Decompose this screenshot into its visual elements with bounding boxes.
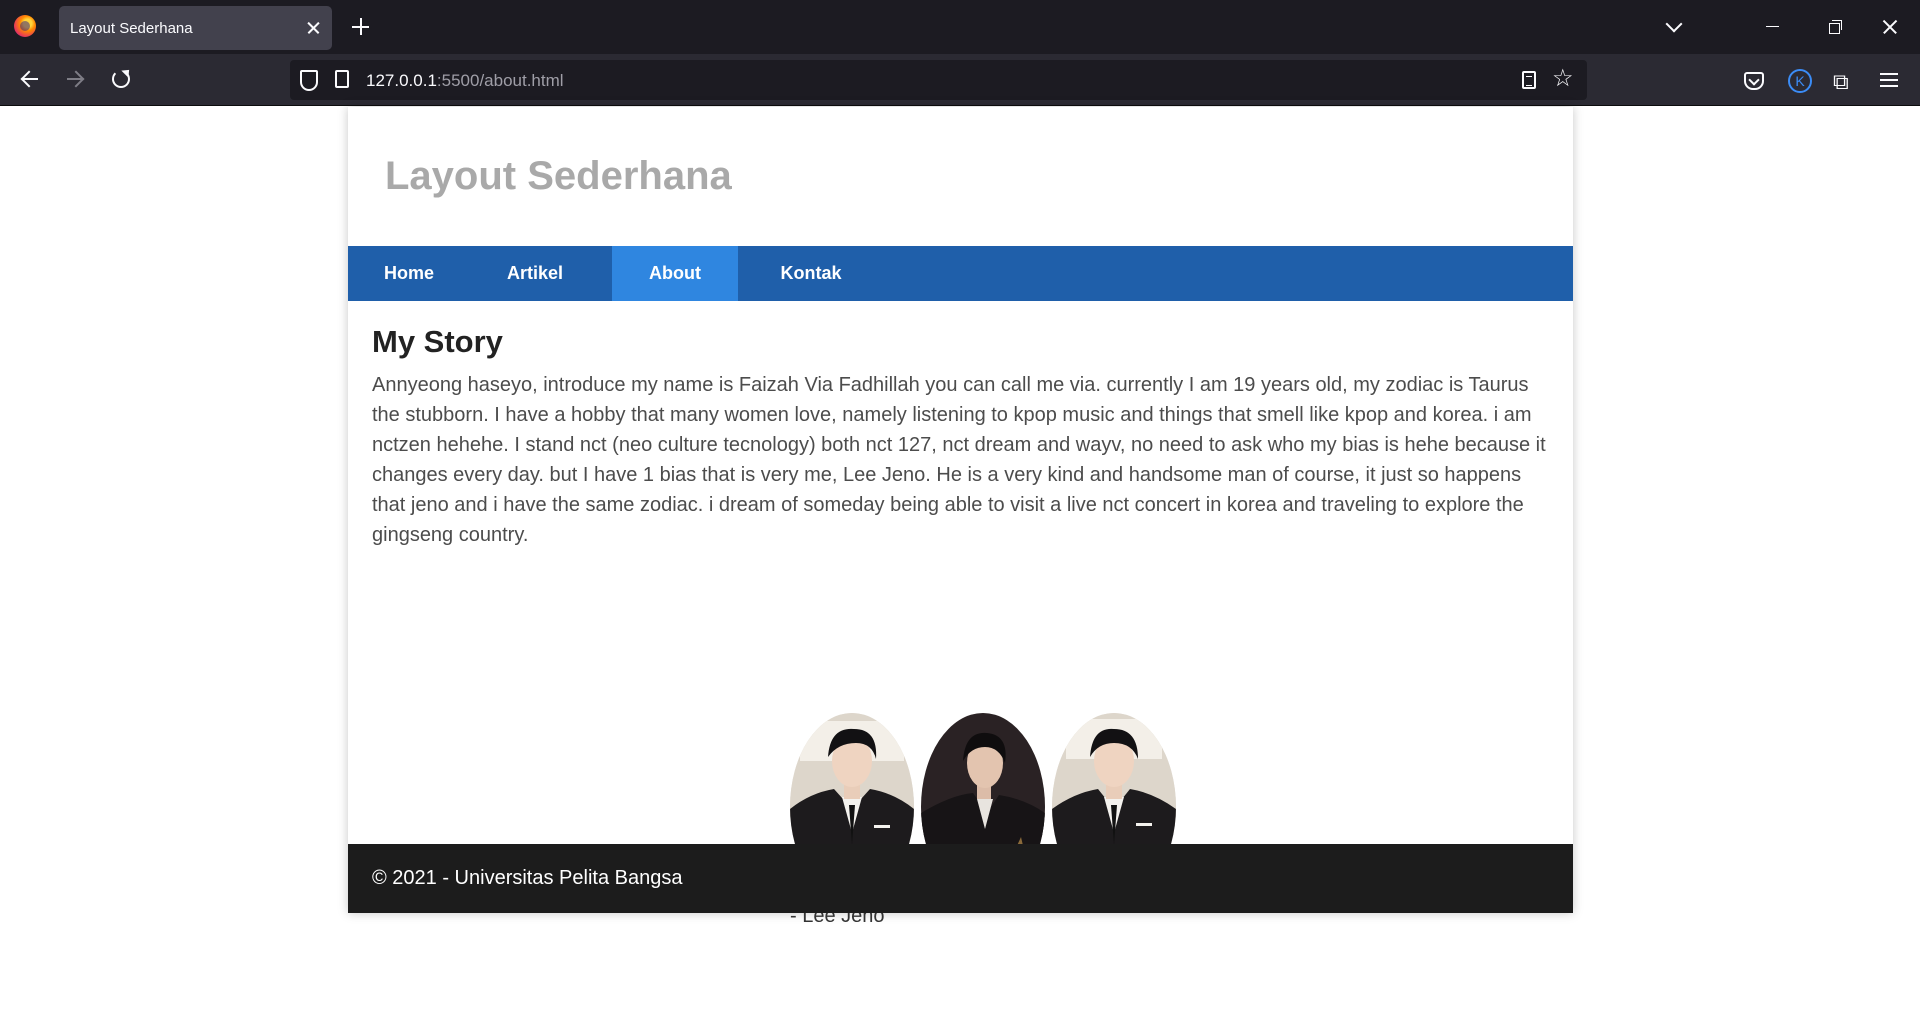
browser-tab[interactable]: Layout Sederhana xyxy=(59,6,332,50)
story-heading: My Story xyxy=(372,324,503,359)
footer-text: © 2021 - Universitas Pelita Bangsa xyxy=(372,867,683,889)
minimize-window-icon[interactable] xyxy=(1766,26,1779,28)
page-info-icon[interactable] xyxy=(335,70,349,88)
url-host: 127.0.0.1 xyxy=(366,71,437,90)
close-tab-icon[interactable] xyxy=(302,16,326,40)
site-footer: © 2021 - Universitas Pelita Bangsa xyxy=(348,844,1573,913)
tracking-protection-icon[interactable] xyxy=(300,70,318,91)
browser-tab-bar: Layout Sederhana xyxy=(0,0,1920,54)
url-text[interactable]: 127.0.0.1:5500/about.html xyxy=(366,71,564,91)
nav-artikel[interactable]: Artikel xyxy=(470,246,600,301)
url-path: :5500/about.html xyxy=(436,71,564,90)
forward-icon[interactable] xyxy=(62,66,88,92)
nav-home[interactable]: Home xyxy=(348,246,470,301)
tab-title: Layout Sederhana xyxy=(70,20,193,37)
back-icon[interactable] xyxy=(17,66,43,92)
site-header: Layout Sederhana xyxy=(348,107,1573,246)
site-nav: Home Artikel About Kontak xyxy=(348,246,1573,301)
nav-kontak[interactable]: Kontak xyxy=(738,246,884,301)
reader-view-icon[interactable] xyxy=(1522,71,1536,89)
site-title: Layout Sederhana xyxy=(385,154,732,198)
firefox-logo-icon xyxy=(14,15,36,37)
story-paragraph: Annyeong haseyo, introduce my name is Fa… xyxy=(372,374,1546,546)
url-bar[interactable]: 127.0.0.1:5500/about.html ☆ xyxy=(290,60,1587,100)
pocket-icon[interactable] xyxy=(1744,72,1764,90)
nav-about[interactable]: About xyxy=(612,246,738,301)
page-viewport: Layout Sederhana Home Artikel About Kont… xyxy=(0,107,1920,1013)
close-window-icon[interactable] xyxy=(1881,18,1899,36)
hamburger-menu-icon[interactable] xyxy=(1880,73,1898,87)
extensions-icon[interactable]: ⧉ xyxy=(1833,71,1849,93)
list-tabs-icon[interactable] xyxy=(1662,14,1686,38)
reload-icon[interactable] xyxy=(108,66,134,92)
restore-window-icon[interactable] xyxy=(1829,20,1842,34)
new-tab-icon[interactable] xyxy=(349,15,373,39)
account-avatar-icon[interactable]: K xyxy=(1788,69,1812,93)
page-container: Layout Sederhana Home Artikel About Kont… xyxy=(348,107,1573,927)
bookmark-star-icon[interactable]: ☆ xyxy=(1552,66,1574,92)
